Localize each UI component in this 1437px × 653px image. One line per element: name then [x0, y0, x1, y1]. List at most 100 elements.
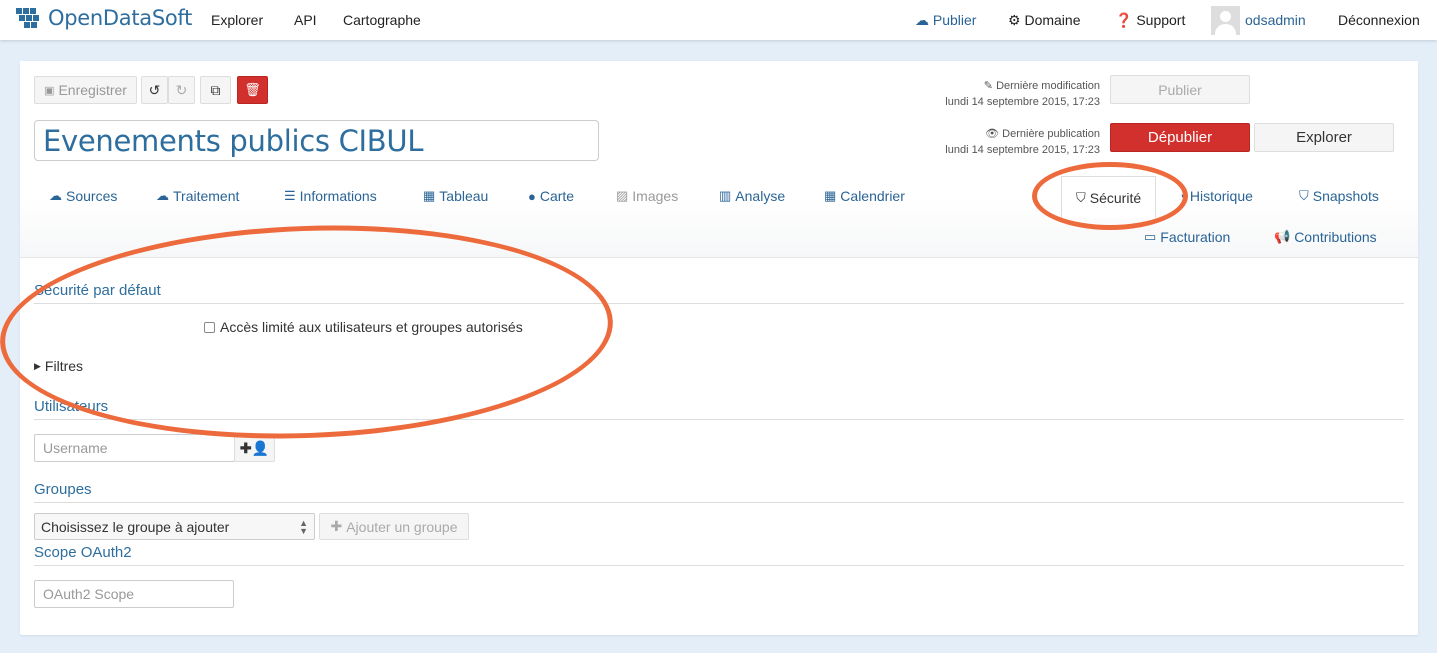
tab-images-label: Images — [632, 188, 679, 204]
shield-icon: ⛉ — [1299, 188, 1309, 203]
group-select[interactable]: Choisissez le groupe à ajouter ▲ ▼ — [34, 513, 315, 540]
tab-analyse[interactable]: ▥ Analyse — [719, 188, 785, 204]
money-icon: ▭ — [1144, 229, 1157, 244]
tab-contributions[interactable]: 📢 Contributions — [1274, 229, 1377, 245]
nav-domaine-label: Domaine — [1024, 12, 1081, 28]
nav-logout[interactable]: Déconnexion — [1338, 12, 1420, 28]
top-navbar: OpenDataSoft Explorer API Cartographe ☁ … — [0, 0, 1437, 40]
list-icon: ☰ — [284, 188, 296, 203]
group-select-value: Choisissez le groupe à ajouter — [41, 518, 230, 535]
tab-informations[interactable]: ☰ Informations — [284, 188, 377, 204]
logo-text: OpenDataSoft — [48, 6, 193, 30]
history-icon: ◔ — [1178, 188, 1186, 204]
tab-carte-label: Carte — [539, 188, 575, 204]
filters-label: Filtres — [44, 358, 84, 374]
divider — [34, 419, 1404, 420]
restricted-access-row: Accès limité aux utilisateurs et groupes… — [204, 319, 523, 335]
image-icon: ▨ — [616, 188, 629, 203]
tab-images[interactable]: ▨ Images — [616, 188, 678, 204]
nav-domaine[interactable]: ⚙ Domaine — [1008, 12, 1080, 29]
nav-explorer[interactable]: Explorer — [211, 12, 263, 28]
pencil-icon: ✎ — [983, 80, 993, 92]
cloud-upload-icon: ☁ — [915, 12, 929, 28]
tab-sources[interactable]: ☁ Sources — [49, 188, 117, 204]
default-security-title: Sécurité par défaut — [34, 282, 161, 299]
add-user-icon: ✚👤 — [239, 439, 270, 456]
cloud-upload-icon: ☁ — [49, 188, 62, 203]
save-button[interactable]: ▣ Enregistrer — [34, 76, 137, 104]
tab-tableau-label: Tableau — [439, 188, 489, 204]
delete-button[interactable]: 🗑 — [237, 76, 268, 104]
tab-snapshots-label: Snapshots — [1312, 188, 1379, 204]
tab-tableau[interactable]: ▦ Tableau — [423, 188, 488, 204]
undo-button[interactable]: ↺ — [141, 76, 168, 104]
tab-traitement[interactable]: ☁ Traitement — [156, 188, 239, 204]
tab-carte[interactable]: ● Carte — [528, 188, 574, 204]
eye-icon: 👁 — [985, 128, 1000, 140]
tab-contributions-label: Contributions — [1294, 229, 1377, 245]
redo-button[interactable]: ↻ — [168, 76, 195, 104]
nav-cartographe[interactable]: Cartographe — [343, 12, 421, 28]
last-modified-label: Dernière modification — [996, 80, 1100, 92]
tab-sources-label: Sources — [66, 188, 118, 204]
nav-user[interactable]: odsadmin — [1245, 12, 1306, 28]
explore-button[interactable]: Explorer — [1254, 123, 1394, 152]
calendar-icon: ▦ — [824, 188, 837, 203]
last-published-date: lundi 14 septembre 2015, 17:23 — [945, 144, 1100, 156]
logo[interactable]: OpenDataSoft — [16, 6, 192, 30]
bar-chart-icon: ▥ — [719, 188, 732, 203]
avatar[interactable] — [1211, 6, 1240, 35]
nav-publier[interactable]: ☁ Publier — [915, 12, 976, 29]
oauth-scope-input[interactable]: OAuth2 Scope — [34, 580, 234, 608]
last-published-line: 👁 Dernière publication — [945, 126, 1100, 142]
shield-icon: ⛉ — [1076, 189, 1086, 205]
plus-icon: ✚ — [330, 518, 343, 534]
filters-toggle[interactable]: ▶ Filtres — [34, 358, 83, 374]
tab-traitement-label: Traitement — [173, 188, 240, 204]
copy-button[interactable]: ⧉ — [200, 76, 231, 104]
save-button-label: Enregistrer — [58, 82, 127, 98]
table-icon: ▦ — [423, 188, 436, 203]
trash-icon: 🗑 — [244, 82, 261, 97]
username-input[interactable]: Username — [34, 434, 235, 462]
divider — [34, 565, 1404, 566]
users-title: Utilisateurs — [34, 398, 109, 415]
bullhorn-icon: 📢 — [1274, 229, 1291, 244]
nav-support[interactable]: ❓ Support — [1115, 12, 1185, 29]
last-modified-date: lundi 14 septembre 2015, 17:23 — [945, 96, 1100, 108]
tab-securite[interactable]: ⛉ Sécurité — [1061, 176, 1157, 218]
tab-analyse-label: Analyse — [735, 188, 786, 204]
save-icon: ▣ — [44, 84, 55, 97]
restricted-access-label: Accès limité aux utilisateurs et groupes… — [220, 319, 523, 335]
last-modified: ✎ Dernière modification lundi 14 septemb… — [945, 78, 1100, 110]
tab-calendrier-label: Calendrier — [840, 188, 905, 204]
add-user-button[interactable]: ✚👤 — [234, 434, 275, 462]
nav-publier-label: Publier — [932, 12, 977, 28]
last-published-label: Dernière publication — [1002, 128, 1100, 140]
tab-facturation[interactable]: ▭ Facturation — [1144, 229, 1230, 245]
oauth-title: Scope OAuth2 — [34, 544, 132, 561]
tab-securite-label: Sécurité — [1089, 189, 1142, 206]
copy-icon: ⧉ — [210, 81, 221, 98]
nav-support-label: Support — [1136, 12, 1186, 28]
add-group-button[interactable]: ✚ Ajouter un groupe — [319, 513, 469, 540]
select-arrows-icon: ▲ ▼ — [299, 517, 308, 536]
dataset-title-input[interactable]: Evenements publics CIBUL — [34, 120, 599, 161]
publish-button[interactable]: Publier — [1110, 75, 1250, 104]
groups-title: Groupes — [34, 481, 92, 498]
gears-icon: ⚙ — [1008, 12, 1021, 28]
dataset-panel: ▣ Enregistrer ↺ ↻ ⧉ 🗑 Evenements publics… — [20, 61, 1418, 635]
unpublish-button[interactable]: Dépublier — [1110, 123, 1250, 152]
tab-historique-label: Historique — [1189, 188, 1253, 204]
tab-historique[interactable]: ◔ Historique — [1178, 188, 1253, 204]
tab-calendrier[interactable]: ▦ Calendrier — [824, 188, 905, 204]
last-modified-line: ✎ Dernière modification — [945, 78, 1100, 94]
tab-informations-label: Informations — [299, 188, 377, 204]
restricted-access-checkbox[interactable] — [204, 321, 215, 333]
cloud-upload-icon: ☁ — [156, 188, 169, 203]
add-group-label: Ajouter un groupe — [346, 518, 458, 535]
globe-icon: ● — [528, 188, 536, 204]
tab-snapshots[interactable]: ⛉ Snapshots — [1299, 188, 1379, 204]
divider — [34, 502, 1404, 503]
nav-api[interactable]: API — [294, 12, 317, 28]
